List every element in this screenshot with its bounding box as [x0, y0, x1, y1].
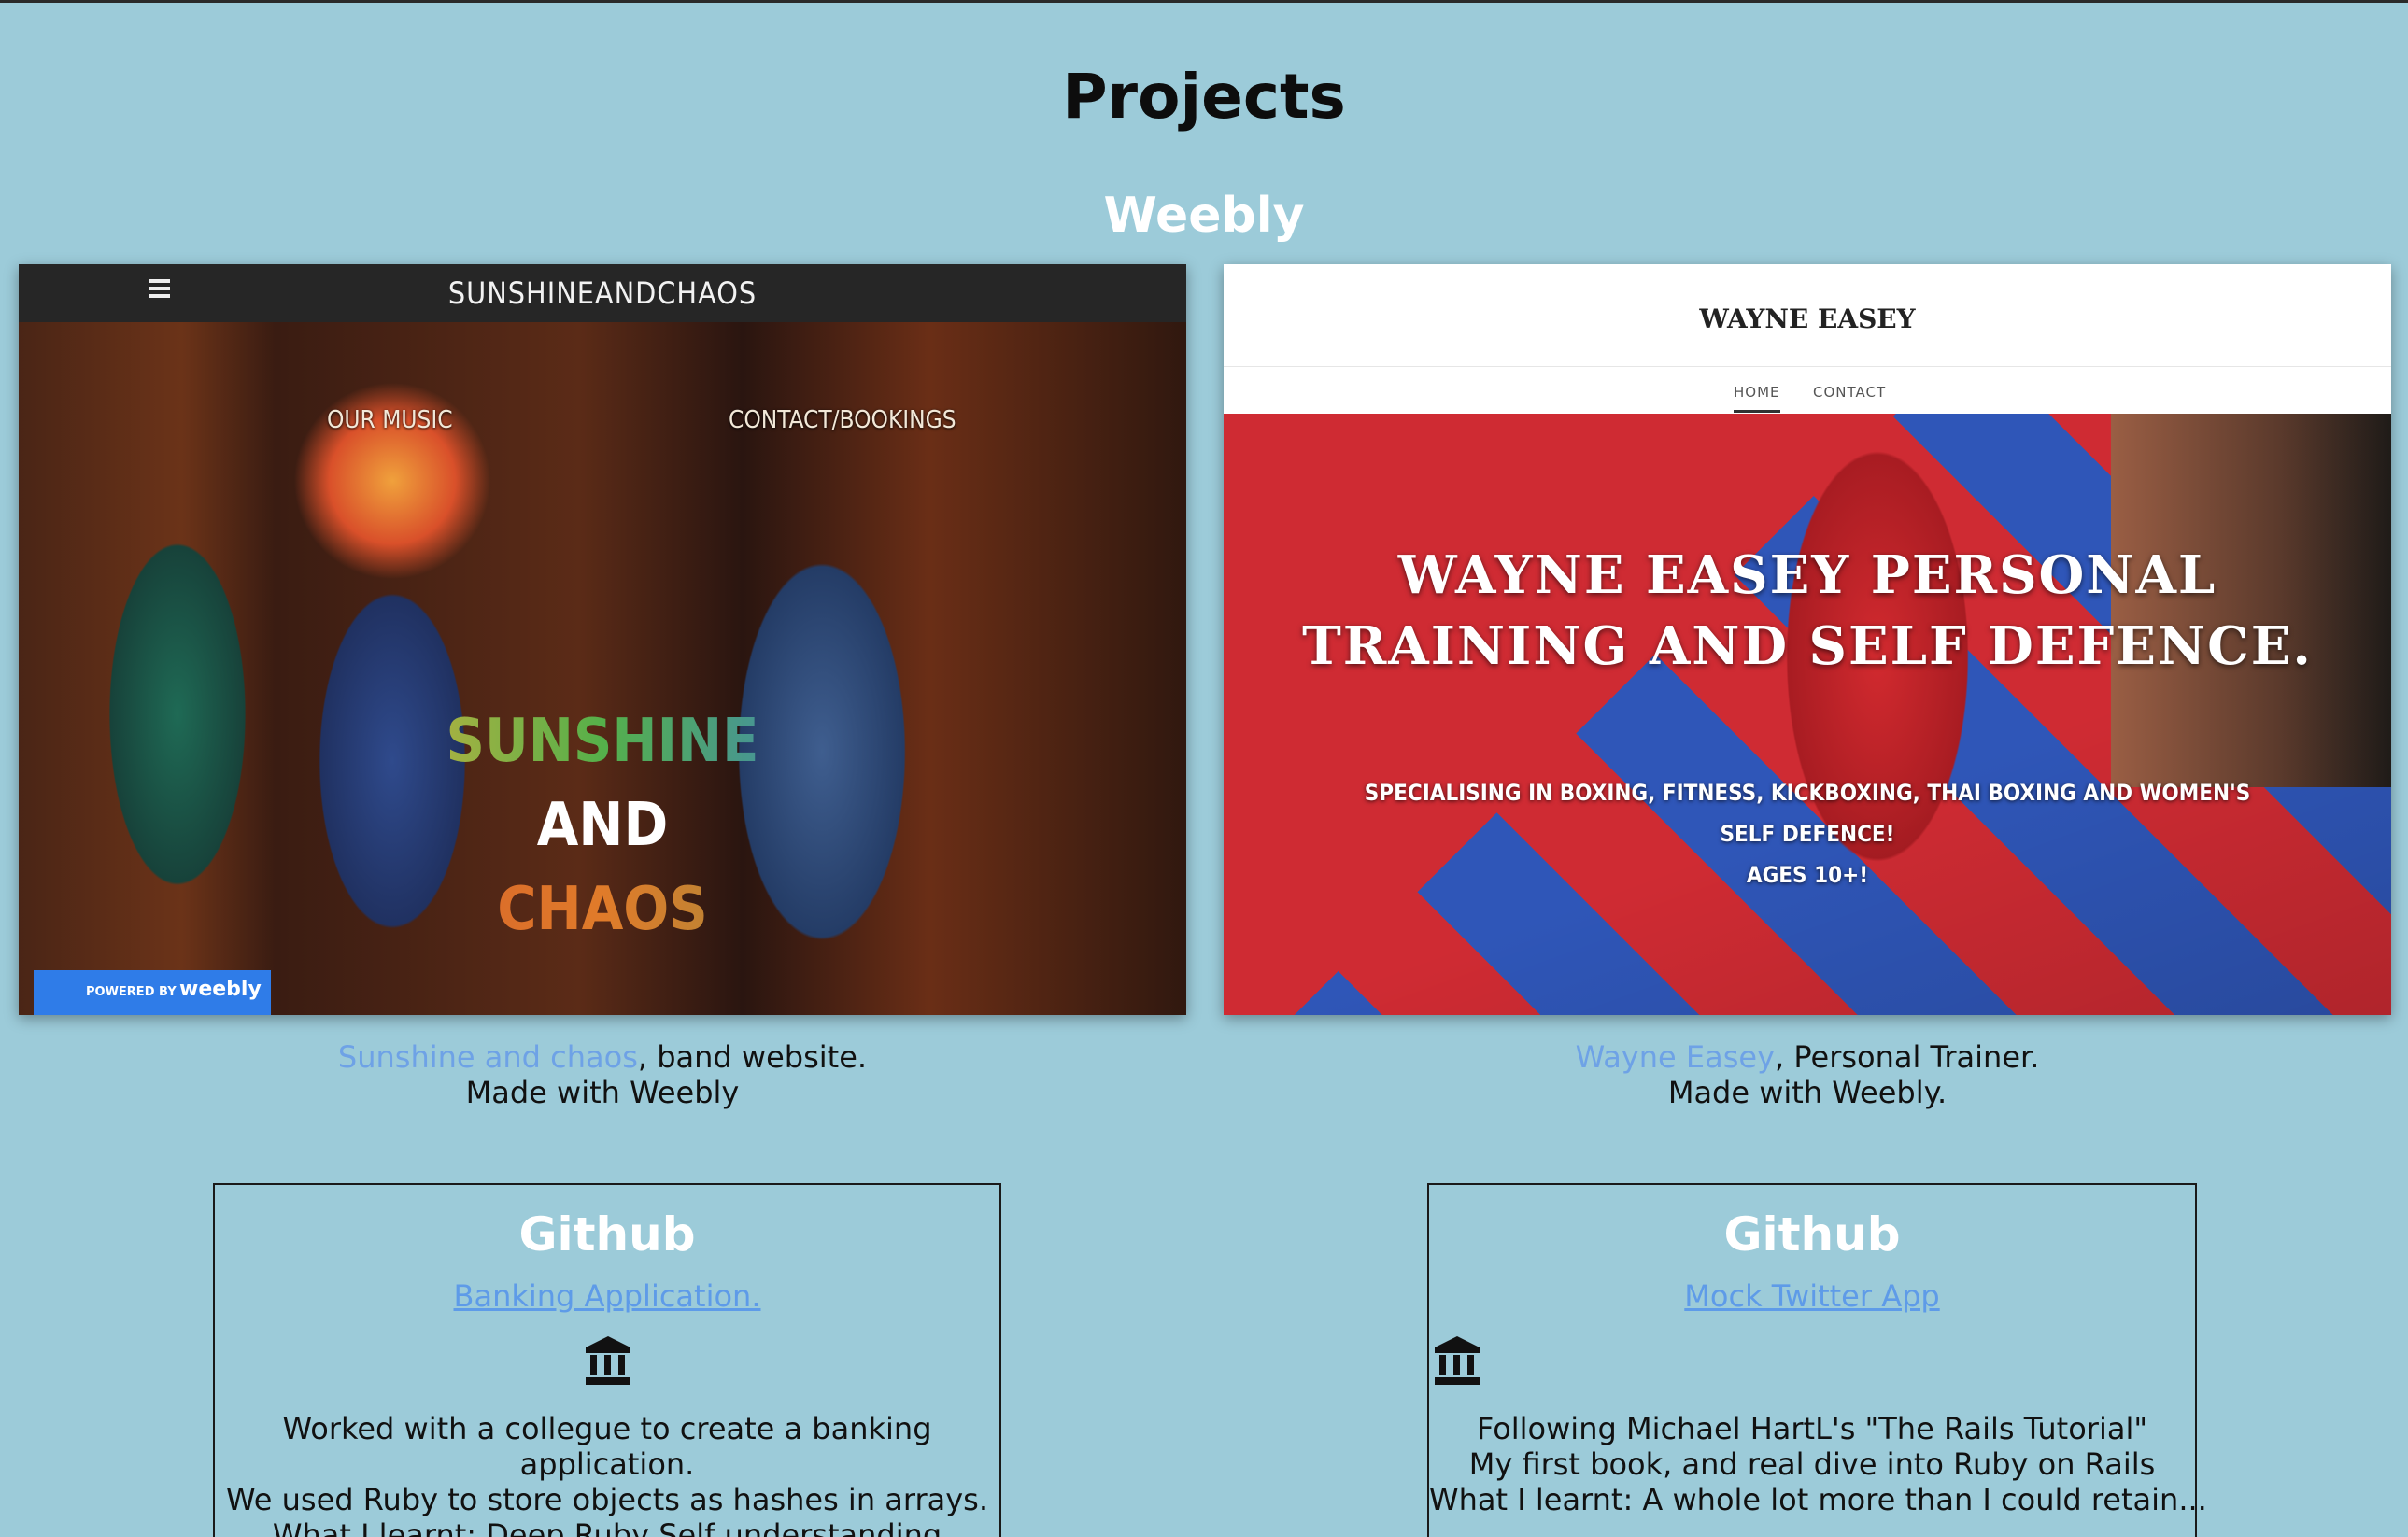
hero-word-chaos: CHAOS	[19, 875, 1186, 944]
trainer-photo: WAYNE EASEY PERSONAL TRAINING AND SELF D…	[1224, 414, 2391, 1015]
trainer-caption-line1: Wayne Easey, Personal Trainer.	[1224, 1039, 2391, 1075]
twitter-desc-line3: What I learnt: A whole lot more than I c…	[1429, 1482, 2207, 1517]
hero-word-and: AND	[536, 791, 669, 860]
github-banking-card: Github Banking Application. Worked with …	[213, 1183, 1001, 1537]
github-twitter-title: Github	[1723, 1207, 1901, 1262]
banking-desc-line2: application.	[519, 1446, 695, 1482]
weebly-badge-small: POWERED BY	[86, 985, 177, 999]
banking-app-link[interactable]: Banking Application.	[215, 1278, 999, 1314]
hero-sub-line1: SPECIALISING IN BOXING, FITNESS, KICKBOX…	[1364, 780, 2251, 806]
twitter-desc-line1: Following Michael HartL's "The Rails Tut…	[1476, 1411, 2148, 1446]
weebly-badge-logo: weebly	[179, 978, 262, 1001]
screenshot-nav-home: HOME	[1734, 384, 1780, 413]
banking-desc-line4: What I learnt: Deep Ruby Self understand…	[272, 1517, 942, 1537]
band-photo: OUR MUSIC CONTACT/BOOKINGS SUNSHINE AND …	[19, 322, 1186, 1015]
trainer-caption-rest: , Personal Trainer.	[1775, 1039, 2040, 1075]
hero-title-line1: WAYNE EASEY PERSONAL	[1397, 544, 2217, 606]
screenshot-navbar: HOME CONTACT	[1224, 367, 2391, 414]
screenshot-site-name: WAYNE EASEY	[1699, 303, 1916, 334]
screenshot-nav-our-music: OUR MUSIC	[327, 406, 453, 434]
hero-sub-line3: AGES 10+!	[1746, 862, 1869, 888]
band-caption-line1: Sunshine and chaos, band website.	[19, 1039, 1186, 1075]
banking-desc-line1: Worked with a collegue to create a banki…	[282, 1411, 932, 1446]
section-title-weebly: Weebly	[1103, 188, 1305, 244]
trainer-website-screenshot[interactable]: WAYNE EASEY HOME CONTACT WAYNE EASEY PER…	[1224, 264, 2391, 1015]
screenshot-brand: SUNSHINEANDCHAOS	[447, 275, 758, 311]
hero-word-sunshine: SUNSHINE	[19, 707, 1186, 776]
bank-icon	[1435, 1336, 1480, 1385]
band-caption: Sunshine and chaos, band website. Made w…	[19, 1039, 1186, 1110]
screenshot-nav-contact: CONTACT	[1813, 384, 1887, 401]
screenshot-header: WAYNE EASEY	[1224, 264, 2391, 367]
hero-sub-line2: SELF DEFENCE!	[1720, 821, 1895, 847]
trainer-website-link[interactable]: Wayne Easey	[1576, 1039, 1775, 1075]
github-banking-description: Worked with a collegue to create a banki…	[215, 1411, 999, 1537]
band-website-screenshot[interactable]: SUNSHINEANDCHAOS OUR MUSIC CONTACT/BOOKI…	[19, 264, 1186, 1015]
page-title: Projects	[1062, 61, 1346, 133]
github-twitter-card: Github Mock Twitter App Following Michae…	[1427, 1183, 2207, 1537]
trainer-caption: Wayne Easey, Personal Trainer. Made with…	[1224, 1039, 2391, 1110]
band-website-link[interactable]: Sunshine and chaos	[338, 1039, 638, 1075]
screenshot-nav-contact: CONTACT/BOOKINGS	[729, 406, 956, 434]
band-caption-rest: , band website.	[637, 1039, 868, 1075]
twitter-desc-line2: My first book, and real dive into Ruby o…	[1468, 1446, 2156, 1482]
weebly-badge: POWERED BY weebly	[34, 970, 271, 1015]
trainer-caption-line2: Made with Weebly.	[1667, 1075, 1948, 1110]
mock-twitter-link[interactable]: Mock Twitter App	[1429, 1278, 2195, 1314]
hero-title-line2: TRAINING AND SELF DEFENCE.	[1302, 615, 2313, 677]
github-twitter-description: Following Michael HartL's "The Rails Tut…	[1429, 1411, 2207, 1517]
banking-desc-line3: We used Ruby to store objects as hashes …	[225, 1482, 989, 1517]
github-banking-title: Github	[518, 1207, 696, 1262]
screenshot-topbar: SUNSHINEANDCHAOS	[19, 264, 1186, 322]
band-caption-line2: Made with Weebly	[465, 1075, 740, 1110]
bank-icon	[586, 1336, 630, 1385]
